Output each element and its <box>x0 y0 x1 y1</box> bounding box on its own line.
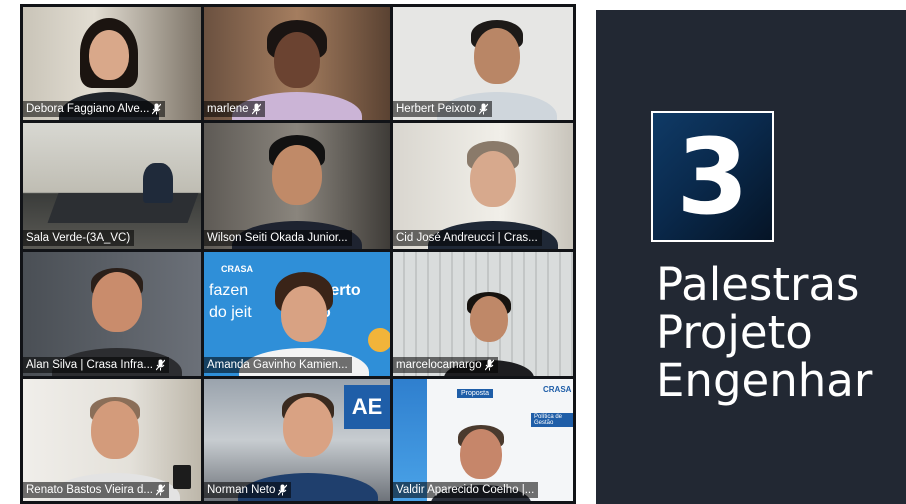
banner-brand: CRASA <box>221 264 254 274</box>
video-grid: Debora Faggiano Alve... marlene Herbert … <box>20 4 576 504</box>
mic-muted-icon <box>478 103 488 115</box>
participant-name: Debora Faggiano Alve... <box>26 103 150 115</box>
mic-muted-icon <box>251 103 261 115</box>
badge-sticker <box>368 328 390 352</box>
mic-muted-icon <box>484 359 494 371</box>
participant-name-tag: Wilson Seiti Okada Junior... <box>204 230 352 246</box>
mic-muted-icon <box>278 484 288 496</box>
participant-video <box>232 20 362 120</box>
talk-number-box: 3 <box>651 111 774 242</box>
participant-name-tag: Valdir Aparecido Coelho |... <box>393 482 539 498</box>
coffee-mug <box>173 465 191 489</box>
event-title-panel: 3 Palestras Projeto Engenhar <box>596 10 906 504</box>
participant-name-tag: Renato Bastos Vieira d... <box>23 482 169 498</box>
video-tile[interactable]: Debora Faggiano Alve... <box>23 7 201 120</box>
document-heading: Proposta <box>457 389 494 398</box>
participant-name: Renato Bastos Vieira d... <box>26 484 153 496</box>
video-tile[interactable]: Wilson Seiti Okada Junior... <box>204 123 390 249</box>
title-line-3: Engenhar <box>656 354 873 407</box>
document-subheading: Política de Gestão <box>531 413 573 427</box>
participant-name-tag: Alan Silva | Crasa Infra... <box>23 357 169 373</box>
participant-name-tag: marlene <box>204 101 265 117</box>
title-line-2: Projeto <box>656 306 813 359</box>
participant-name: Amanda Gavinho Kamien... <box>207 359 348 371</box>
wall-sign: AE <box>344 385 390 429</box>
video-tile[interactable]: Herbert Peixoto <box>393 7 573 120</box>
video-tile[interactable]: Cid José Andreucci | Cras... <box>393 123 573 249</box>
video-tile[interactable]: marlene <box>204 7 390 120</box>
participant-name-tag: marcelocamargo <box>393 357 498 373</box>
video-tile[interactable]: Sala Verde-(3A_VC) <box>23 123 201 249</box>
participant-name-tag: Cid José Andreucci | Cras... <box>393 230 542 246</box>
participant-name-tag: Debora Faggiano Alve... <box>23 101 166 117</box>
participant-name-tag: Amanda Gavinho Kamien... <box>204 357 352 373</box>
participant-name-tag: Norman Neto <box>204 482 292 498</box>
mic-muted-icon <box>155 359 165 371</box>
video-tile[interactable]: Alan Silva | Crasa Infra... <box>23 252 201 376</box>
document-brand: CRASA <box>543 385 572 394</box>
participant-name: Herbert Peixoto <box>396 103 476 115</box>
video-tile[interactable]: marcelocamargo <box>393 252 573 376</box>
participant-name: Valdir Aparecido Coelho |... <box>396 484 535 496</box>
participant-name: marlene <box>207 103 249 115</box>
conference-table <box>47 193 199 223</box>
participant-name: Norman Neto <box>207 484 276 496</box>
talk-number: 3 <box>676 115 749 238</box>
video-tile[interactable]: CRASA Proposta Política de Gestão Valdir… <box>393 379 573 501</box>
seated-participant <box>143 163 173 203</box>
video-tile[interactable]: Renato Bastos Vieira d... <box>23 379 201 501</box>
participant-name-tag: Sala Verde-(3A_VC) <box>23 230 135 246</box>
participant-name: Cid José Andreucci | Cras... <box>396 232 538 244</box>
video-tile[interactable]: CRASA fazené certo do jeitto Amanda Gavi… <box>204 252 390 376</box>
participant-name-tag: Herbert Peixoto <box>393 101 492 117</box>
mic-muted-icon <box>156 484 165 496</box>
title-line-1: Palestras <box>656 258 860 311</box>
mic-muted-icon <box>152 103 162 115</box>
participant-name: marcelocamargo <box>396 359 482 371</box>
participant-name: Wilson Seiti Okada Junior... <box>207 232 348 244</box>
participant-name: Alan Silva | Crasa Infra... <box>26 359 153 371</box>
video-tile[interactable]: AE Norman Neto <box>204 379 390 501</box>
participant-name: Sala Verde-(3A_VC) <box>26 232 131 244</box>
